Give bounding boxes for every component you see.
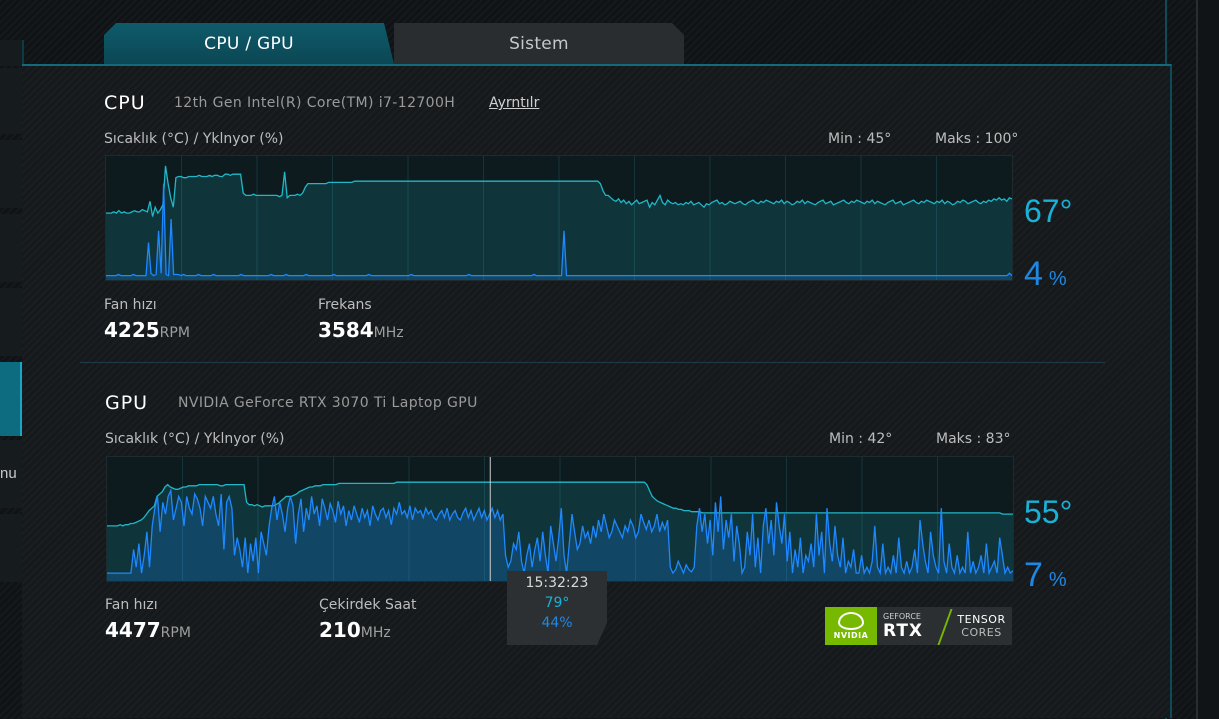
side-nav-item-active[interactable]: [0, 362, 22, 436]
side-nav: nu: [0, 0, 24, 719]
side-nav-item[interactable]: [0, 140, 24, 208]
cpu-min: Min : 45°: [828, 131, 892, 147]
gpu-model: NVIDIA GeForce RTX 3070 Ti Laptop GPU: [178, 395, 478, 411]
gpu-chart-svg: [107, 457, 1013, 581]
tab-sistem[interactable]: Sistem: [394, 23, 684, 64]
cpu-chart-svg: [106, 156, 1012, 280]
gpu-clock-value: 210: [319, 618, 361, 642]
cpu-current-load: 4%: [1024, 255, 1067, 294]
gpu-core-clock: 210MHz: [319, 618, 391, 642]
cpu-max: Maks : 100°: [935, 131, 1019, 147]
nvidia-rtx-badge: NVIDIA GEFORCE RTX TENSOR CORES: [825, 607, 1012, 645]
gpu-fan-label: Fan hızı: [105, 597, 158, 613]
gpu-load-unit: %: [1048, 569, 1067, 591]
geforce-rtx-logo: GEFORCE RTX: [877, 607, 941, 645]
tooltip-time: 15:32:23: [525, 575, 589, 591]
nvidia-logo: NVIDIA: [825, 607, 877, 645]
gpu-current-load: 7%: [1024, 556, 1067, 595]
gpu-chart-label: Sıcaklık (°C) / Yklnyor (%): [105, 431, 285, 447]
tab-cpu-gpu[interactable]: CPU / GPU: [104, 23, 394, 64]
cpu-load-unit: %: [1048, 268, 1067, 290]
cpu-fan-speed: 4225RPM: [104, 318, 190, 342]
cpu-freq-value: 3584: [318, 318, 374, 342]
tensor-cores-logo: TENSOR CORES: [951, 607, 1012, 645]
gpu-max: Maks : 83°: [936, 431, 1011, 447]
side-nav-item[interactable]: [0, 68, 24, 134]
side-nav-item[interactable]: [0, 288, 24, 356]
tooltip-temp: 79°: [544, 595, 570, 611]
side-nav-item[interactable]: [0, 40, 24, 66]
cpu-title: CPU: [104, 92, 146, 114]
gpu-clock-unit: MHz: [360, 625, 391, 641]
gpu-min: Min : 42°: [829, 431, 893, 447]
cpu-fan-label: Fan hızı: [104, 297, 157, 313]
geforce-text: GEFORCE: [883, 611, 921, 621]
gpu-title: GPU: [105, 392, 149, 414]
nvidia-eye-icon: [838, 612, 864, 630]
side-nav-item[interactable]: [0, 514, 24, 582]
gpu-current-temp: 55°: [1024, 494, 1073, 530]
cpu-frequency: 3584MHz: [318, 318, 404, 342]
gpu-clock-label: Çekirdek Saat: [319, 597, 417, 613]
section-divider: [80, 362, 1105, 363]
cpu-fan-unit: RPM: [159, 325, 190, 341]
side-nav-label: nu: [0, 465, 17, 482]
badge-divider: [941, 607, 951, 645]
chart-tooltip: 15:32:23 79° 44%: [507, 571, 607, 645]
side-nav-item[interactable]: [0, 214, 24, 282]
nvidia-wordmark: NVIDIA: [833, 631, 869, 640]
cpu-current-temp: 67°: [1024, 193, 1073, 229]
gpu-load-value: 7: [1024, 556, 1043, 594]
cpu-freq-unit: MHz: [373, 325, 404, 341]
tensor-text: TENSOR: [957, 613, 1006, 626]
cpu-details-link[interactable]: Ayrntılr: [489, 95, 539, 111]
rtx-text: RTX: [883, 620, 924, 641]
cpu-chart-label: Sıcaklık (°C) / Yklnyor (%): [104, 131, 284, 147]
gpu-chart[interactable]: [106, 456, 1014, 582]
cores-text: CORES: [961, 626, 1002, 639]
cpu-model: 12th Gen Intel(R) Core(TM) i7-12700H: [174, 95, 456, 111]
cpu-fan-value: 4225: [104, 318, 160, 342]
gpu-fan-value: 4477: [105, 618, 161, 642]
cpu-chart[interactable]: [105, 155, 1013, 281]
gpu-fan-speed: 4477RPM: [105, 618, 191, 642]
tooltip-load: 44%: [541, 615, 573, 631]
cpu-freq-label: Frekans: [318, 297, 372, 313]
cpu-load-value: 4: [1024, 255, 1043, 293]
gpu-fan-unit: RPM: [160, 625, 191, 641]
window-right-edge: [1196, 0, 1219, 719]
